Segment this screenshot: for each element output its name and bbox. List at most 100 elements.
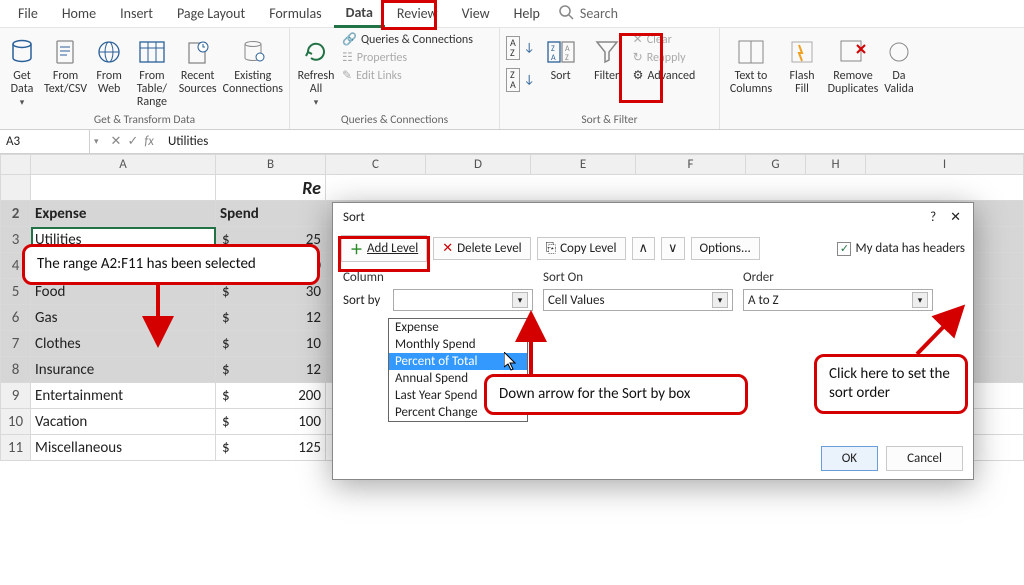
cell[interactable]: Insurance xyxy=(31,357,216,383)
cell[interactable]: Vacation xyxy=(31,409,216,435)
sort-on-dropdown[interactable]: Cell Values ▾ xyxy=(543,289,733,311)
row-header[interactable]: 11 xyxy=(1,435,31,461)
reapply-icon: ↻ xyxy=(633,50,643,65)
copy-level-button[interactable]: ⎘Copy Level xyxy=(537,237,626,260)
annotation-callout-down-arrow: Down arrow for the Sort by box xyxy=(484,374,748,415)
formula-input[interactable]: Utilities xyxy=(162,134,1024,149)
col-header-C[interactable]: C xyxy=(326,155,426,175)
flash-fill-button[interactable]: Flash Fill xyxy=(782,32,822,96)
tab-review[interactable]: Review xyxy=(385,1,450,26)
tab-insert[interactable]: Insert xyxy=(108,1,165,26)
sort-by-dropdown[interactable]: ▾ xyxy=(393,289,533,311)
has-headers-checkbox[interactable]: ✓My data has headers xyxy=(837,241,965,256)
cancel-button[interactable]: Cancel xyxy=(886,446,963,471)
tab-view[interactable]: View xyxy=(450,1,502,26)
order-dropdown[interactable]: A to Z▾ xyxy=(743,289,933,311)
refresh-all-button[interactable]: Refresh All ▾ xyxy=(296,32,336,108)
from-web-button[interactable]: From Web xyxy=(93,32,125,96)
cell[interactable]: Clothes xyxy=(31,331,216,357)
fx-icon[interactable]: fx xyxy=(144,134,154,149)
col-header-D[interactable]: D xyxy=(426,155,531,175)
get-data-button[interactable]: Get Data ▾ xyxy=(6,32,38,108)
col-header-B[interactable]: B xyxy=(216,155,326,175)
from-table-range-button[interactable]: From Table/ Range xyxy=(131,32,173,110)
sort-button[interactable]: ZAAZ Sort xyxy=(541,32,581,83)
recent-icon xyxy=(182,36,214,68)
options-button[interactable]: Options... xyxy=(691,237,760,260)
cell[interactable]: Spend xyxy=(216,201,326,227)
globe-icon xyxy=(93,36,125,68)
enter-formula-icon[interactable]: ✓ xyxy=(127,134,138,149)
dropdown-option[interactable]: Expense xyxy=(389,319,527,336)
cell[interactable]: 12 xyxy=(216,357,326,383)
dialog-close-button[interactable]: ✕ xyxy=(944,210,967,225)
cell[interactable]: 10 xyxy=(216,331,326,357)
cell[interactable]: Gas xyxy=(31,305,216,331)
cell[interactable]: 12 xyxy=(216,305,326,331)
col-header-E[interactable]: E xyxy=(531,155,636,175)
advanced-icon: ⚙ xyxy=(633,68,644,83)
text-to-columns-button[interactable]: Text to Columns xyxy=(726,32,776,96)
cell[interactable]: 100 xyxy=(216,409,326,435)
order-caret-icon[interactable]: ▾ xyxy=(912,292,928,308)
add-level-button[interactable]: ＋Add Level xyxy=(341,235,427,262)
name-box-caret-icon[interactable]: ▾ xyxy=(90,136,103,147)
edit-links-button[interactable]: ✎Edit Links xyxy=(342,68,473,83)
delete-level-button[interactable]: ✕Delete Level xyxy=(433,237,530,260)
cancel-formula-icon[interactable]: ✕ xyxy=(111,134,122,149)
properties-button[interactable]: ☷Properties xyxy=(342,50,473,65)
dialog-help-button[interactable]: ? xyxy=(930,210,936,225)
dropdown-option[interactable]: Monthly Spend xyxy=(389,336,527,353)
cell[interactable]: 125 xyxy=(216,435,326,461)
move-up-button[interactable]: ∧ xyxy=(632,237,656,260)
row-header[interactable]: 9 xyxy=(1,383,31,409)
tab-home[interactable]: Home xyxy=(50,1,108,26)
col-header-A[interactable]: A xyxy=(31,155,216,175)
row-header[interactable]: 2 xyxy=(1,201,31,227)
from-text-csv-button[interactable]: From Text/CSV xyxy=(44,32,87,96)
ribbon-search[interactable]: Search xyxy=(552,4,618,24)
advanced-button[interactable]: ⚙Advanced xyxy=(633,68,696,83)
recent-sources-button[interactable]: Recent Sources xyxy=(179,32,217,96)
sort-ascending-button[interactable]: AZ↓ xyxy=(506,36,535,60)
col-header-H[interactable]: H xyxy=(806,155,866,175)
row-header[interactable]: 7 xyxy=(1,331,31,357)
col-header-I[interactable]: I xyxy=(866,155,1024,175)
tab-page-layout[interactable]: Page Layout xyxy=(165,1,257,26)
move-down-button[interactable]: ∨ xyxy=(661,237,685,260)
cell[interactable]: Expense xyxy=(31,201,216,227)
row-header[interactable]: 6 xyxy=(1,305,31,331)
tab-file[interactable]: File xyxy=(6,1,50,26)
col-header-F[interactable]: F xyxy=(636,155,746,175)
tab-data[interactable]: Data xyxy=(334,0,385,28)
cell[interactable]: Miscellaneous xyxy=(31,435,216,461)
col-header-G[interactable]: G xyxy=(746,155,806,175)
properties-icon: ☷ xyxy=(342,50,353,65)
sort-on-caret-icon[interactable]: ▾ xyxy=(712,292,728,308)
ok-button[interactable]: OK xyxy=(821,446,878,471)
filter-button[interactable]: Filter xyxy=(587,32,627,83)
ribbon: Get Data ▾ From Text/CSV From Web From T… xyxy=(0,28,1024,130)
tab-help[interactable]: Help xyxy=(502,1,552,26)
column-headers[interactable]: A B C D E F G H I xyxy=(1,155,1024,175)
remove-duplicates-button[interactable]: Remove Duplicates xyxy=(828,32,878,96)
tab-formulas[interactable]: Formulas xyxy=(257,1,333,26)
data-validation-button[interactable]: DaValida xyxy=(884,32,914,96)
cell[interactable]: 200 xyxy=(216,383,326,409)
sort-descending-button[interactable]: ZA↓ xyxy=(506,68,535,92)
dialog-titlebar[interactable]: Sort ? ✕ xyxy=(333,203,973,231)
reapply-button[interactable]: ↻Reapply xyxy=(633,50,696,65)
sort-on-value: Cell Values xyxy=(548,293,605,308)
existing-connections-button[interactable]: Existing Connections xyxy=(223,32,283,96)
name-box[interactable]: A3 xyxy=(0,130,90,153)
delete-level-label: Delete Level xyxy=(457,241,522,256)
cell[interactable]: Entertainment xyxy=(31,383,216,409)
sort-by-caret-icon[interactable]: ▾ xyxy=(512,292,528,308)
edit-links-label: Edit Links xyxy=(356,69,402,83)
clear-button[interactable]: ✕Clear xyxy=(633,32,696,47)
queries-connections-button[interactable]: 🔗Queries & Connections xyxy=(342,32,473,47)
row-header[interactable]: 8 xyxy=(1,357,31,383)
row-header[interactable]: 10 xyxy=(1,409,31,435)
annotation-arrow xyxy=(148,282,168,346)
order-header-label: Order xyxy=(743,270,943,285)
